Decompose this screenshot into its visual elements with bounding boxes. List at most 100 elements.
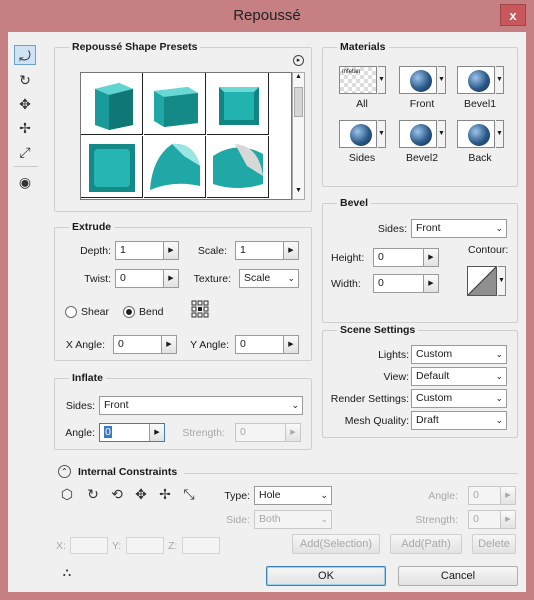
object-rotate-icon[interactable]: ⬡ [56,484,78,504]
close-button[interactable]: x [500,4,526,26]
constraint-angle-input[interactable]: 0 ▶ [468,486,516,505]
scale-label: Scale: [197,245,227,257]
constraints-title: Internal Constraints [78,466,178,478]
add-path-button[interactable]: Add(Path) [390,534,462,554]
scale-input[interactable]: 1 ▶ [235,241,299,260]
z-input[interactable] [182,537,220,554]
side-label: Side: [226,514,250,526]
contour-label: Contour: [468,244,509,256]
ground-plane-icon[interactable]: ⛬ [56,562,78,582]
material-swatch[interactable] [457,66,495,94]
chevron-right-icon[interactable]: ▶ [500,511,515,528]
chevron-right-icon[interactable]: ▶ [283,336,298,353]
material-swatch[interactable]: mfetan [339,66,377,94]
scroll-up-icon[interactable]: ▲ [293,73,304,85]
render-settings-label: Render Settings: [330,393,409,405]
chevron-down-icon[interactable]: ▼ [378,120,386,148]
object-slide-icon[interactable]: ✢ [154,484,176,504]
bevel-height-input[interactable]: 0 ▶ [373,248,439,267]
preset-thumb[interactable] [207,73,269,135]
chevron-down-icon[interactable]: ▼ [496,120,504,148]
material-swatch[interactable] [399,120,437,148]
preset-thumb[interactable] [81,136,143,198]
material-sphere-icon [410,124,432,146]
preset-thumb[interactable] [144,73,206,135]
view-label: View: [383,371,410,383]
preset-thumb[interactable] [81,73,143,135]
chevron-down-icon[interactable]: ▼ [438,120,446,148]
x-input[interactable] [70,537,108,554]
scroll-thumb[interactable] [294,87,303,117]
preset-thumb[interactable] [207,136,269,198]
material-label-bevel2: Bevel2 [405,152,439,164]
chevron-right-icon[interactable]: ▶ [500,487,515,504]
render-settings-select[interactable]: Custom ⌄ [411,389,507,408]
chevron-right-icon[interactable]: ▶ [163,270,178,287]
chevron-right-icon[interactable]: ▶ [163,242,178,259]
rotate-3d-icon[interactable]: ⤾ [14,45,36,65]
preset-thumb[interactable] [144,136,206,198]
chevron-right-icon[interactable]: ▶ [161,336,176,353]
preset-grid [80,72,292,200]
texture-select[interactable]: Scale ⌄ [239,269,299,288]
shear-radio[interactable] [65,306,77,318]
constraint-strength-input[interactable]: 0 ▶ [468,510,516,529]
yangle-input[interactable]: 0 ▶ [235,335,299,354]
scale-3d-icon[interactable]: ⤢ [14,142,36,162]
chevron-down-icon[interactable]: ▼ [378,66,386,94]
view-select[interactable]: Default ⌄ [411,367,507,386]
object-orbit-icon[interactable]: ⟲ [106,484,128,504]
constraint-angle-label: Angle: [428,490,458,502]
material-swatch[interactable] [457,120,495,148]
scroll-down-icon[interactable]: ▼ [293,187,304,199]
bevel-sides-select[interactable]: Front ⌄ [411,219,507,238]
type-select[interactable]: Hole ⌄ [254,486,332,505]
bend-radio[interactable] [123,306,135,318]
object-drag-icon[interactable]: ✥ [130,484,152,504]
slide-3d-icon[interactable]: ✢ [14,118,36,138]
depth-input[interactable]: 1 ▶ [115,241,179,260]
roll-3d-icon[interactable]: ↻ [14,70,36,90]
drag-3d-icon[interactable]: ✥ [14,94,36,114]
material-swatch[interactable] [339,120,377,148]
depth-label: Depth: [80,245,111,257]
ok-button[interactable]: OK [266,566,386,586]
yangle-value: 0 [240,338,246,350]
chevron-right-icon[interactable]: ▶ [285,424,300,441]
constraint-angle-value: 0 [473,489,479,501]
texture-value: Scale [244,272,271,284]
cancel-button[interactable]: Cancel [398,566,518,586]
inflate-angle-input[interactable]: 0 ▶ [99,423,165,442]
bevel-width-input[interactable]: 0 ▶ [373,274,439,293]
delete-button[interactable]: Delete [472,534,516,554]
chevron-down-icon[interactable]: ▼ [496,66,504,94]
inflate-sides-label: Sides: [65,400,95,412]
add-selection-button[interactable]: Add(Selection) [292,534,380,554]
inflate-strength-value: 0 [240,426,246,438]
xangle-input[interactable]: 0 ▶ [113,335,177,354]
object-roll-icon[interactable]: ↻ [82,484,104,504]
reference-point-icon[interactable] [191,300,209,318]
mesh-quality-select[interactable]: Draft ⌄ [411,411,507,430]
y-input[interactable] [126,537,164,554]
object-scale-icon[interactable]: ⤡ [178,484,200,504]
chevron-right-icon[interactable]: ▶ [149,424,164,441]
chevron-right-icon[interactable]: ▶ [423,275,438,292]
inflate-sides-value: Front [104,399,129,411]
chevron-down-icon: ⌄ [495,393,503,403]
collapse-toggle-icon[interactable]: ⌃ [58,465,71,478]
camera-3d-icon[interactable]: ◉ [14,172,36,192]
inflate-sides-select[interactable]: Front ⌄ [99,396,303,415]
inflate-strength-input[interactable]: 0 ▶ [235,423,301,442]
contour-preview[interactable] [467,266,497,296]
twist-input[interactable]: 0 ▶ [115,269,179,288]
chevron-down-icon[interactable]: ▼ [438,66,446,94]
chevron-right-icon[interactable]: ▶ [283,242,298,259]
chevron-down-icon[interactable]: ▼ [498,266,506,296]
material-swatch[interactable] [399,66,437,94]
preset-scrollbar[interactable]: ▲ ▼ [292,72,305,200]
presets-menu-icon[interactable]: ▸ [293,55,304,66]
lights-select[interactable]: Custom ⌄ [411,345,507,364]
side-select[interactable]: Both ⌄ [254,510,332,529]
chevron-right-icon[interactable]: ▶ [423,249,438,266]
